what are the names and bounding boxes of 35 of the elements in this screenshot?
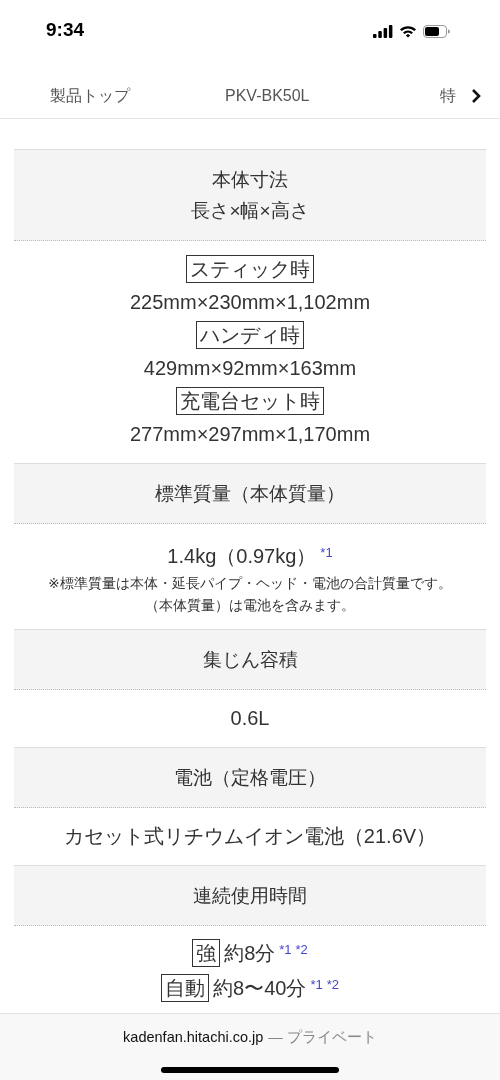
- header-label: 集じん容積: [201, 648, 299, 672]
- header-label: 標準質量（本体質量）: [154, 482, 346, 506]
- battery-icon: [423, 24, 450, 38]
- header-label: 連続使用時間: [192, 884, 308, 908]
- nav-link[interactable]: 製品トップ: [50, 85, 225, 107]
- clock-time: 9:34: [46, 19, 85, 41]
- spec-value: 約8〜40分: [213, 977, 307, 999]
- tag-label: 充電台セット時: [176, 387, 324, 415]
- footnote-link[interactable]: *1: [279, 942, 292, 957]
- footnote-link[interactable]: *2: [326, 977, 339, 992]
- tag-label: スティック時: [186, 255, 314, 283]
- footnote-link[interactable]: *1: [320, 545, 333, 560]
- header-label: 長さ×幅×高さ: [190, 199, 310, 223]
- footnote-link[interactable]: *2: [295, 942, 308, 957]
- spec-value: 277mm×297mm×1,170mm: [129, 423, 371, 445]
- nav-link[interactable]: PKV-BK50L: [225, 87, 440, 105]
- chevron-right-icon[interactable]: [471, 88, 481, 104]
- signal-icon: [373, 24, 393, 38]
- tag-label: 強: [192, 939, 221, 967]
- spec-value: 225mm×230mm×1,102mm: [129, 291, 371, 313]
- spec-value: カセット式リチウムイオン電池（21.6V）: [63, 825, 437, 847]
- wifi-icon: [399, 24, 417, 38]
- domain-text[interactable]: kadenfan.hitachi.co.jp: [123, 1029, 264, 1045]
- spec-value: 429mm×92mm×163mm: [143, 357, 357, 379]
- header-label: 本体寸法: [211, 168, 289, 192]
- spec-value: 0.6L: [230, 707, 270, 729]
- remark-text: ※標準質量は本体・延長パイプ・ヘッド・電池の合計質量です。（本体質量）は電池を含みます。: [47, 575, 453, 615]
- spec-value: 約8分: [224, 942, 276, 964]
- privacy-label: — プライベート: [268, 1029, 377, 1045]
- footnote-link[interactable]: *1: [310, 977, 323, 992]
- tag-label: 自動: [161, 974, 209, 1002]
- header-label: 電池（定格電圧）: [173, 766, 327, 790]
- spec-value: 1.4kg（0.97kg）: [167, 545, 317, 567]
- tag-label: ハンディ時: [196, 321, 304, 349]
- nav-link[interactable]: 特: [440, 85, 465, 107]
